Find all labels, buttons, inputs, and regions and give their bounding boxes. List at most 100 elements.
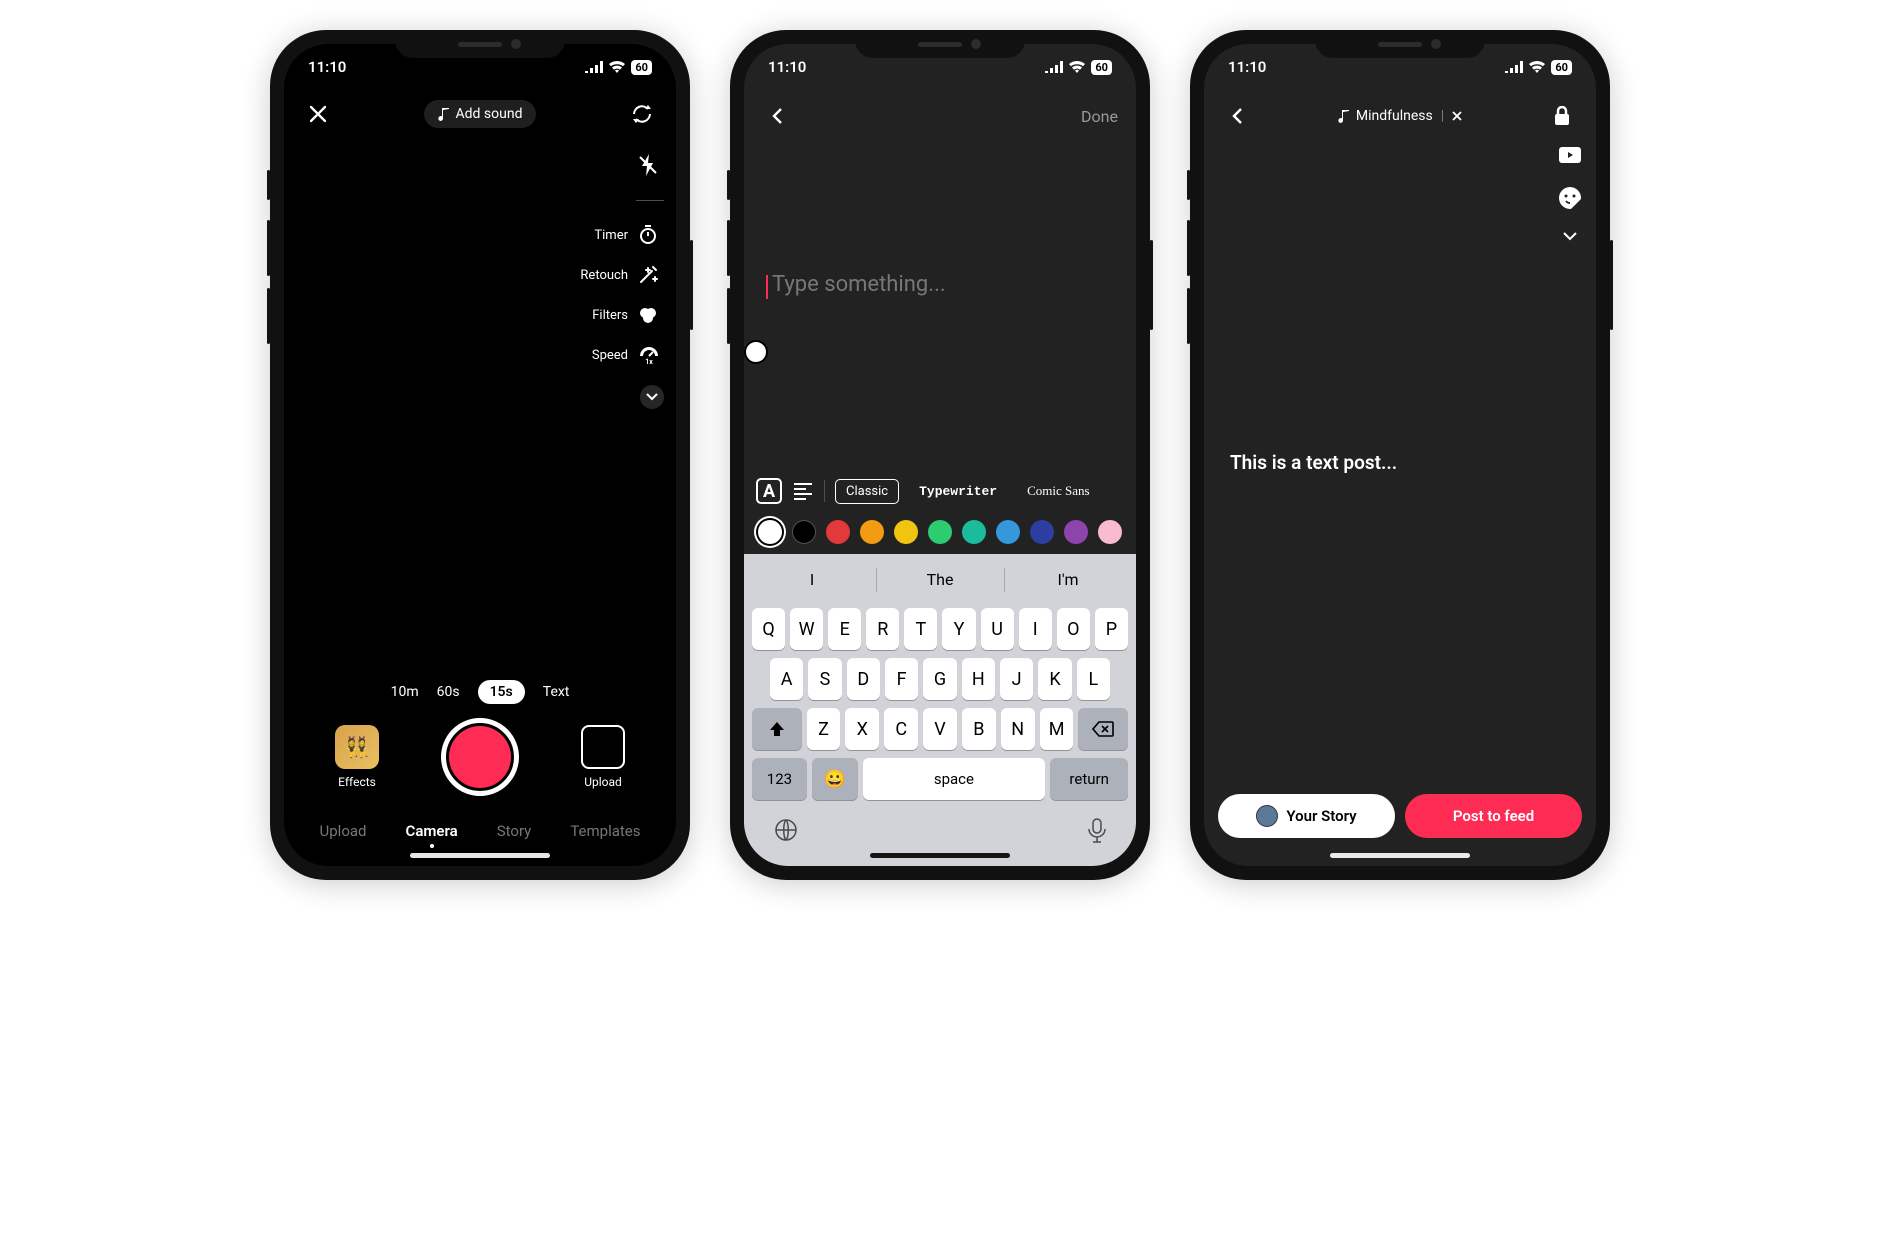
retouch-icon — [638, 265, 664, 285]
key-l[interactable]: L — [1077, 658, 1110, 700]
background-color-handle[interactable] — [746, 342, 766, 362]
text-post-content[interactable]: This is a text post... — [1230, 451, 1397, 474]
duration-60s[interactable]: 60s — [437, 684, 460, 700]
key-i[interactable]: I — [1019, 608, 1052, 650]
keyboard: I The I'm QWERTYUIOP ASDFGHJKL ZXCVBNM 1… — [744, 554, 1136, 866]
duration-text[interactable]: Text — [543, 684, 570, 700]
key-c[interactable]: C — [884, 708, 918, 750]
battery-level: 60 — [1091, 60, 1112, 75]
flip-camera-icon[interactable] — [626, 98, 658, 130]
close-icon[interactable] — [302, 98, 334, 130]
tab-upload[interactable]: Upload — [320, 822, 367, 840]
key-m[interactable]: M — [1040, 708, 1074, 750]
effects-button[interactable]: 👯 Effects — [335, 725, 379, 789]
key-o[interactable]: O — [1057, 608, 1090, 650]
font-typewriter[interactable]: Typewriter — [909, 480, 1007, 503]
key-x[interactable]: X — [845, 708, 879, 750]
wifi-icon — [609, 61, 625, 73]
signal-icon — [585, 61, 603, 73]
color-swatch[interactable] — [826, 520, 850, 544]
home-indicator[interactable] — [870, 853, 1010, 858]
save-video-button[interactable] — [1558, 144, 1582, 164]
backspace-key[interactable] — [1078, 708, 1128, 750]
back-button[interactable] — [762, 100, 794, 132]
retouch-button[interactable]: Retouch — [580, 265, 664, 285]
upload-button[interactable]: Upload — [581, 725, 625, 789]
suggestion[interactable]: I — [748, 560, 876, 600]
timer-button[interactable]: Timer — [594, 225, 664, 245]
color-swatch[interactable] — [1030, 520, 1054, 544]
key-z[interactable]: Z — [807, 708, 841, 750]
key-h[interactable]: H — [962, 658, 995, 700]
color-swatch[interactable] — [1064, 520, 1088, 544]
key-e[interactable]: E — [828, 608, 861, 650]
phone-mockup-post-preview: 11:10 60 Mindfulness | — [1190, 30, 1610, 880]
flash-button[interactable] — [638, 154, 664, 176]
key-d[interactable]: D — [847, 658, 880, 700]
key-j[interactable]: J — [1000, 658, 1033, 700]
color-swatch[interactable] — [996, 520, 1020, 544]
key-f[interactable]: F — [885, 658, 918, 700]
mic-key[interactable] — [1088, 818, 1106, 844]
music-note-icon — [438, 107, 450, 121]
numeric-key[interactable]: 123 — [752, 758, 807, 800]
color-swatch[interactable] — [894, 520, 918, 544]
back-button[interactable] — [1222, 100, 1254, 132]
record-button[interactable] — [441, 718, 519, 796]
key-p[interactable]: P — [1095, 608, 1128, 650]
color-swatch[interactable] — [758, 520, 782, 544]
globe-key[interactable] — [774, 818, 798, 844]
sound-tag[interactable]: Mindfulness | — [1338, 108, 1462, 124]
expand-tools-button[interactable] — [640, 385, 664, 409]
filters-button[interactable]: Filters — [592, 305, 664, 325]
key-w[interactable]: W — [790, 608, 823, 650]
text-align-button[interactable] — [792, 481, 814, 502]
speed-button[interactable]: Speed 1x — [592, 345, 664, 365]
key-a[interactable]: A — [770, 658, 803, 700]
key-y[interactable]: Y — [942, 608, 975, 650]
return-key[interactable]: return — [1050, 758, 1128, 800]
expand-tools-button[interactable] — [1563, 232, 1577, 241]
privacy-button[interactable] — [1546, 100, 1578, 132]
shift-key[interactable] — [752, 708, 802, 750]
font-comic-sans[interactable]: Comic Sans — [1017, 479, 1099, 503]
color-swatch[interactable] — [962, 520, 986, 544]
text-input[interactable]: Type something... — [772, 272, 946, 297]
duration-15s[interactable]: 15s — [478, 680, 525, 704]
suggestion[interactable]: I'm — [1004, 560, 1132, 600]
tab-camera[interactable]: Camera — [406, 822, 458, 840]
status-time: 11:10 — [308, 58, 346, 76]
remove-sound-icon[interactable] — [1452, 111, 1462, 121]
suggestion[interactable]: The — [876, 560, 1004, 600]
done-button[interactable]: Done — [1081, 107, 1118, 126]
duration-10m[interactable]: 10m — [391, 684, 419, 700]
home-indicator[interactable] — [410, 853, 550, 858]
emoji-key[interactable]: 😀 — [812, 758, 858, 800]
color-swatch[interactable] — [792, 520, 816, 544]
text-style-button[interactable]: A — [756, 478, 782, 504]
key-u[interactable]: U — [981, 608, 1014, 650]
key-b[interactable]: B — [962, 708, 996, 750]
key-n[interactable]: N — [1001, 708, 1035, 750]
key-q[interactable]: Q — [752, 608, 785, 650]
space-key[interactable]: space — [863, 758, 1046, 800]
tab-templates[interactable]: Templates — [570, 822, 640, 840]
color-swatch[interactable] — [860, 520, 884, 544]
home-indicator[interactable] — [1330, 853, 1470, 858]
stickers-button[interactable] — [1558, 186, 1582, 210]
key-k[interactable]: K — [1038, 658, 1071, 700]
tab-story[interactable]: Story — [497, 822, 532, 840]
font-classic[interactable]: Classic — [835, 479, 899, 504]
post-to-feed-button[interactable]: Post to feed — [1405, 794, 1582, 838]
music-note-icon — [1338, 109, 1350, 123]
key-s[interactable]: S — [808, 658, 841, 700]
your-story-button[interactable]: Your Story — [1218, 794, 1395, 838]
color-swatch[interactable] — [928, 520, 952, 544]
key-r[interactable]: R — [866, 608, 899, 650]
key-t[interactable]: T — [904, 608, 937, 650]
key-v[interactable]: V — [923, 708, 957, 750]
key-g[interactable]: G — [923, 658, 956, 700]
add-sound-button[interactable]: Add sound — [424, 100, 537, 128]
status-time: 11:10 — [768, 58, 806, 76]
color-swatch[interactable] — [1098, 520, 1122, 544]
